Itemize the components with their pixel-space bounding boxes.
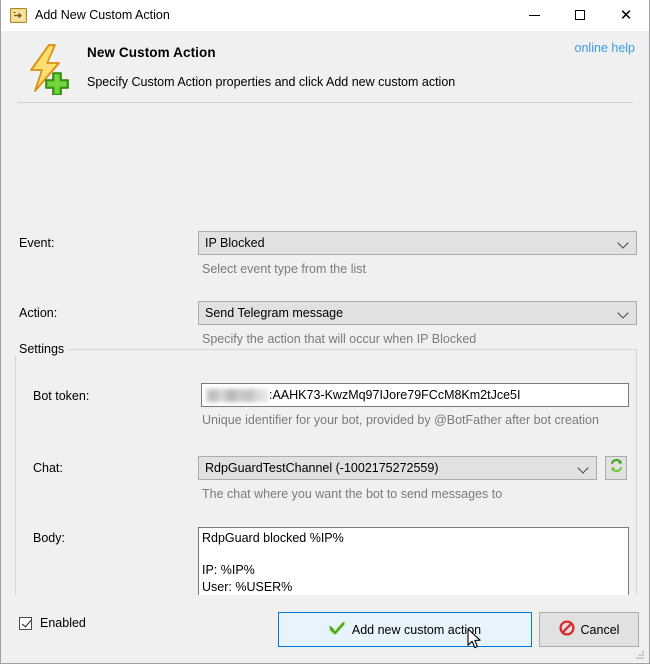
page-title: New Custom Action bbox=[87, 45, 216, 60]
settings-legend: Settings bbox=[15, 342, 69, 356]
chat-label: Chat: bbox=[33, 461, 63, 475]
chevron-down-icon bbox=[618, 307, 630, 319]
cancel-label: Cancel bbox=[580, 622, 620, 637]
action-select[interactable]: Send Telegram message bbox=[198, 301, 637, 325]
refresh-chats-button[interactable] bbox=[605, 456, 627, 480]
maximize-button[interactable] bbox=[557, 0, 603, 31]
page-subtitle: Specify Custom Action properties and cli… bbox=[87, 75, 456, 89]
window-controls: ✕ bbox=[511, 0, 649, 31]
event-label: Event: bbox=[19, 236, 55, 250]
redacted-token-prefix bbox=[206, 388, 268, 402]
chevron-down-icon bbox=[618, 237, 630, 249]
chat-select[interactable]: RdpGuardTestChannel (-1002175272559) bbox=[198, 456, 597, 480]
chevron-down-icon bbox=[578, 462, 590, 474]
event-hint: Select event type from the list bbox=[202, 262, 366, 276]
action-label: Action: bbox=[19, 306, 58, 320]
minimize-button[interactable] bbox=[511, 0, 557, 31]
green-check-icon bbox=[328, 620, 346, 639]
add-new-custom-action-button[interactable]: Add new custom action bbox=[278, 612, 532, 647]
bot-token-hint: Unique identifier for your bot, provided… bbox=[202, 413, 599, 427]
refresh-icon bbox=[609, 458, 624, 478]
red-prohibition-icon bbox=[558, 620, 575, 639]
resize-grip[interactable] bbox=[634, 649, 646, 661]
header-banner: New Custom Action Specify Custom Action … bbox=[1, 31, 649, 103]
chat-hint: The chat where you want the bot to send … bbox=[202, 487, 503, 501]
cancel-button[interactable]: Cancel bbox=[539, 612, 639, 647]
close-button[interactable]: ✕ bbox=[603, 0, 649, 31]
event-select-value: IP Blocked bbox=[205, 236, 265, 250]
checkbox-box-icon bbox=[19, 616, 32, 630]
online-help-link[interactable]: online help bbox=[575, 41, 635, 55]
window-title: Add New Custom Action bbox=[35, 8, 170, 22]
action-select-value: Send Telegram message bbox=[205, 306, 344, 320]
add-new-custom-action-label: Add new custom action bbox=[351, 622, 482, 637]
event-select[interactable]: IP Blocked bbox=[198, 231, 637, 255]
chat-select-value: RdpGuardTestChannel (-1002175272559) bbox=[205, 461, 439, 475]
bot-token-label: Bot token: bbox=[33, 389, 90, 403]
header-divider bbox=[17, 102, 633, 103]
title-bar: Add New Custom Action ✕ bbox=[1, 0, 649, 31]
action-hint: Specify the action that will occur when … bbox=[202, 332, 477, 346]
enabled-checkbox[interactable]: Enabled bbox=[19, 616, 86, 630]
bot-token-value: :AAHK73-KwzMq97IJore79FCcM8Km2tJce5I bbox=[269, 388, 521, 402]
title-bar-left: Add New Custom Action bbox=[1, 7, 511, 24]
lightning-bolt-plus-icon bbox=[21, 43, 73, 96]
enabled-label: Enabled bbox=[40, 616, 86, 630]
custom-action-icon bbox=[10, 7, 27, 24]
body-label: Body: bbox=[33, 531, 65, 545]
bot-token-input[interactable]: :AAHK73-KwzMq97IJore79FCcM8Km2tJce5I bbox=[201, 383, 629, 407]
dialog-window: Add New Custom Action ✕ New Custom Actio… bbox=[0, 0, 650, 664]
